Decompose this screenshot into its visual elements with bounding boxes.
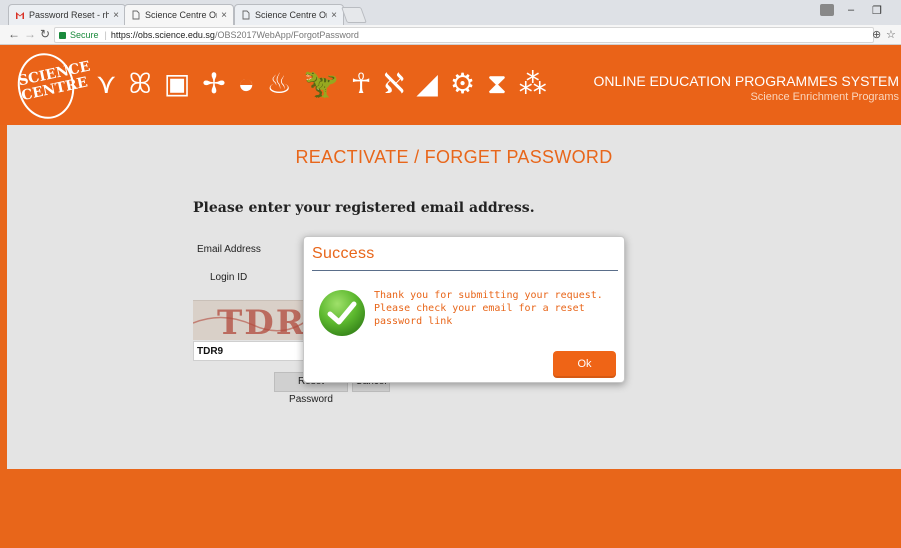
butterfly-icon: ꕤ: [128, 68, 152, 99]
email-label: Email Address: [197, 244, 261, 255]
close-tab-icon[interactable]: ×: [221, 10, 227, 21]
hourglass-icon: ⧗: [487, 68, 507, 99]
page-footer: [0, 469, 901, 548]
zoom-icon[interactable]: ⊕: [872, 28, 881, 41]
molecule-icon: ⁂: [518, 68, 547, 99]
back-icon[interactable]: ←: [8, 27, 20, 41]
page-icon: [241, 10, 251, 20]
dna-icon: ℵ: [383, 68, 405, 99]
reload-icon[interactable]: ↻: [40, 27, 50, 41]
banner-icon-strip: ⋎ ꕤ ▣ ✢ ◒ ♨ 🦖 ☥ ℵ ◢ ⚙ ⧗ ⁂: [96, 59, 547, 109]
flame-icon: ♨: [266, 68, 292, 99]
close-tab-icon[interactable]: ×: [331, 10, 337, 21]
close-tab-icon[interactable]: ×: [113, 10, 119, 21]
user-profile-icon[interactable]: [820, 4, 834, 16]
dinosaur-icon: 🦖: [303, 68, 339, 99]
dialog-divider: [312, 270, 618, 271]
site-banner: SCIENCE CENTRE ⋎ ꕤ ▣ ✢ ◒ ♨ 🦖 ☥ ℵ ◢ ⚙ ⧗ ⁂ …: [0, 45, 901, 125]
dialog-message: Thank you for submitting your request. P…: [374, 289, 610, 328]
page-title: REACTIVATE / FORGET PASSWORD: [295, 147, 613, 167]
url-host: https://obs.science.edu.sg: [110, 30, 215, 40]
animal-icon: ◢: [416, 68, 438, 99]
gear-icon: ⚙: [449, 68, 476, 99]
tab-gmail[interactable]: Password Reset - rhaiza ×: [8, 4, 126, 25]
restore-icon[interactable]: ❐: [872, 4, 882, 17]
dialog-title: Success: [312, 245, 375, 262]
browser-tab-bar: Password Reset - rhaiza × Science Centre…: [0, 0, 901, 25]
gmail-icon: [15, 10, 25, 20]
success-check-icon: [318, 289, 366, 337]
browser-toolbar: ← → ↻ Secure | https://obs.science.edu.s…: [0, 25, 901, 45]
system-title: ONLINE EDUCATION PROGRAMMES SYSTEM: [593, 73, 899, 89]
tab-science-centre-active[interactable]: Science Centre Online B ×: [124, 4, 234, 25]
message-line: password link: [374, 316, 453, 327]
bookmark-star-icon[interactable]: ☆: [886, 28, 896, 41]
flask-icon: ⋎: [96, 68, 117, 99]
science-centre-logo[interactable]: SCIENCE CENTRE: [11, 47, 92, 125]
plant-icon: ✢: [202, 68, 226, 99]
address-bar[interactable]: Secure | https://obs.science.edu.sg /OBS…: [54, 27, 874, 43]
new-tab-button[interactable]: [341, 7, 367, 23]
brain-icon: ◒: [237, 68, 255, 99]
forward-icon[interactable]: →: [24, 27, 36, 41]
message-line: Please check your email for a reset: [374, 303, 585, 314]
captcha-image: TDR: [193, 300, 309, 340]
human-figure-icon: ☥: [350, 68, 372, 99]
url-path: /OBS2017WebApp/ForgotPassword: [214, 30, 359, 40]
divider: |: [104, 30, 107, 40]
secure-label: Secure: [70, 30, 99, 40]
message-line: Thank you for submitting your request.: [374, 290, 603, 301]
page-icon: [131, 10, 141, 20]
success-dialog: Success Thank you for submitting your re…: [303, 236, 625, 383]
minimize-icon[interactable]: –: [848, 4, 854, 16]
computer-icon: ▣: [163, 68, 191, 99]
ok-button[interactable]: Ok: [553, 351, 616, 378]
tab-science-centre[interactable]: Science Centre Online B ×: [234, 4, 344, 25]
lock-icon: [59, 31, 66, 39]
system-subtitle: Science Enrichment Programs: [750, 91, 899, 103]
captcha-input[interactable]: TDR9: [193, 341, 309, 361]
login-id-label: Login ID: [210, 272, 248, 283]
instruction-text: Please enter your registered email addre…: [193, 200, 535, 216]
